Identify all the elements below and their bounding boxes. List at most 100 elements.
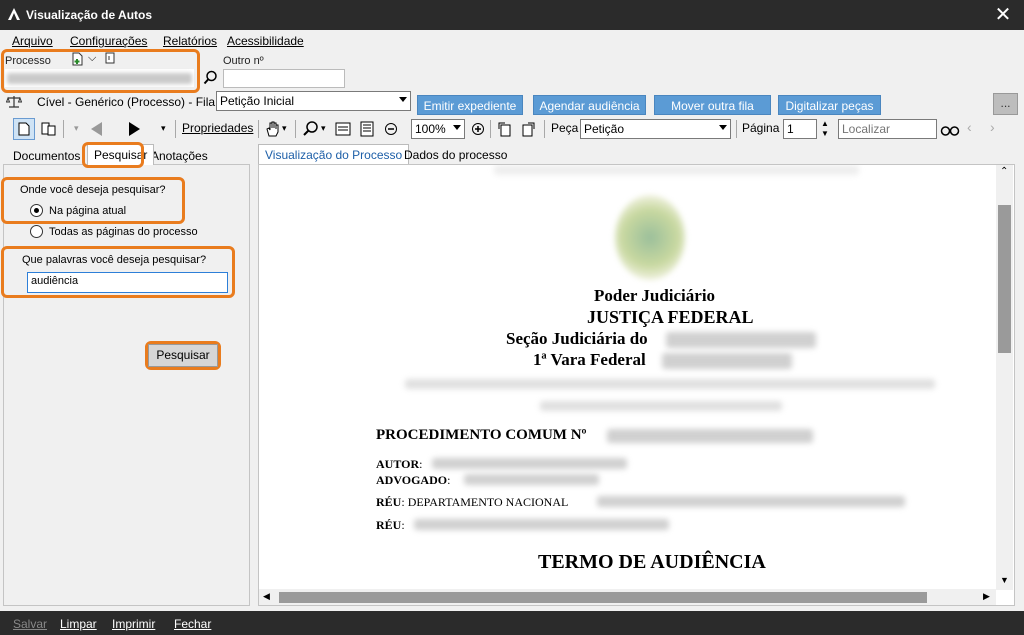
horizontal-scrollbar[interactable]: ◀ ▶ [259,589,996,605]
binoculars-icon[interactable] [940,120,960,138]
where-label: Onde você deseja pesquisar? [20,184,166,196]
pagina-spinner-icon[interactable]: ▲ ▼ [819,119,831,139]
redacted-header [494,165,859,175]
new-document-icon[interactable] [70,52,84,66]
vertical-scrollbar[interactable]: ⌃ ▼ [996,165,1013,590]
title-bar: Visualização de Autos ✕ [0,0,1024,30]
zoom-select[interactable]: 100% [411,119,465,139]
salvar-button[interactable]: Salvar [13,617,47,631]
two-pages-icon[interactable] [40,120,58,138]
first-page-arrow-icon[interactable]: ▾ [74,123,79,134]
digitalizar-pecas-button[interactable]: Digitalizar peças [778,95,881,115]
next-page-icon[interactable] [125,120,143,138]
bookmark-icon[interactable] [104,52,116,65]
outro-numero-label: Outro nº [223,55,264,67]
redacted-vara [662,353,792,369]
fila-selected: Petição Inicial [220,94,295,108]
vertical-scroll-thumb[interactable] [998,205,1011,353]
doc-reu-1-label: RÉU [376,495,402,509]
status-bar: Salvar Limpar Imprimir Fechar [0,611,1024,635]
limpar-button[interactable]: Limpar [60,617,97,631]
menu-acessibilidade[interactable]: Acessibilidade [227,34,304,48]
zoom-in-icon[interactable] [469,120,487,138]
doc-termo: TERMO DE AUDIÊNCIA [538,551,766,573]
redacted-address-2 [540,401,782,411]
app-logo-icon [8,8,20,20]
rotate-left-icon[interactable] [496,120,514,138]
fila-select[interactable]: Petição Inicial [216,91,411,111]
tab-anotacoes[interactable]: Anotações [145,146,214,166]
mover-outra-fila-button[interactable]: Mover outra fila [654,95,771,115]
scroll-right-icon[interactable]: ▶ [983,591,990,602]
doc-reu-2: RÉU: [376,518,405,532]
more-options-button[interactable]: ... [993,93,1018,115]
redacted-secao [666,332,816,348]
scroll-left-icon[interactable]: ◀ [263,591,270,602]
zoom-value: 100% [415,122,446,136]
chevron-down-icon[interactable]: ⌵ [88,52,100,64]
scales-icon [6,96,22,108]
doc-autor-label: AUTOR [376,457,420,471]
zoom-out-icon[interactable] [382,120,400,138]
outro-numero-field[interactable] [223,69,345,88]
localizar-input[interactable] [838,119,937,139]
pesquisar-button[interactable]: Pesquisar [148,344,218,367]
classe-label: Cível - Genérico (Processo) - Fila: [37,95,219,109]
pagina-field[interactable]: 1 [783,119,817,139]
page-view-toggle[interactable] [13,118,35,140]
processo-number-field[interactable] [5,69,194,87]
doc-procedimento: PROCEDIMENTO COMUM Nº [376,427,587,443]
fit-page-icon[interactable] [358,120,376,138]
doc-line-poder: Poder Judiciário [594,286,716,305]
pan-dropdown-icon[interactable]: ▾ [282,123,287,134]
propriedades-button[interactable]: Propriedades [182,121,253,135]
fechar-button[interactable]: Fechar [174,617,211,631]
opt-all-label: Todas as páginas do processo [49,226,198,238]
window-title: Visualização de Autos [26,8,153,22]
dropdown-arrow-icon [453,125,461,130]
radio-all-pages[interactable] [30,225,43,238]
redacted-advogado [464,474,599,485]
menu-configuracoes[interactable]: Configurações [70,34,147,48]
hand-pan-icon[interactable] [264,120,282,138]
menu-arquivo[interactable]: Arquivo [12,34,53,48]
opt-current-label: Na página atual [49,205,127,217]
find-previous-icon[interactable]: ‹ [967,119,972,135]
emitir-expediente-button[interactable]: Emitir expediente [417,95,523,115]
doc-line-secao: Seção Judiciária do [506,329,648,348]
zoom-icon[interactable] [302,120,320,138]
search-icon[interactable] [203,70,218,85]
find-next-icon[interactable]: › [990,119,995,135]
redacted-reu-2 [414,519,669,530]
processo-label: Processo [5,55,51,67]
fit-width-icon[interactable] [334,120,352,138]
doc-reu-1-value: DEPARTAMENTO NACIONAL [407,495,569,509]
previous-page-icon[interactable] [88,120,106,138]
last-page-arrow-icon[interactable]: ▾ [161,123,166,134]
peca-select[interactable]: Petição [580,119,731,139]
dropdown-arrow-icon [399,97,407,102]
imprimir-button[interactable]: Imprimir [112,617,155,631]
query-input[interactable]: audiência [27,272,228,293]
tab-visualizacao[interactable]: Visualização do Processo [258,144,410,165]
tab-documentos[interactable]: Documentos [7,146,86,166]
menu-relatorios[interactable]: Relatórios [163,34,217,48]
menu-bar: Arquivo Configurações Relatórios Acessib… [0,30,1024,50]
viewer-toolbar: ▾ ▾ Propriedades ▾ ▾ 100% Peça Petição P… [0,115,1024,143]
radio-current-page[interactable] [30,204,43,217]
pagina-value: 1 [787,122,794,136]
agendar-audiencia-button[interactable]: Agendar audiência [533,95,646,115]
tab-dados-processo[interactable]: Dados do processo [398,145,513,165]
doc-advogado: ADVOGADO: [376,473,451,487]
close-icon[interactable]: ✕ [992,4,1014,26]
redacted-numero [607,429,813,443]
scroll-down-icon[interactable]: ▼ [1000,575,1009,585]
rotate-right-icon[interactable] [519,120,537,138]
dropdown-arrow-icon [719,125,727,130]
peca-value: Petição [584,122,625,136]
words-label: Que palavras você deseja pesquisar? [22,254,207,266]
zoom-dropdown-icon[interactable]: ▾ [321,123,326,134]
scroll-up-icon[interactable]: ⌃ [1000,167,1008,177]
horizontal-scroll-thumb[interactable] [279,592,927,603]
document-page: Poder Judiciário JUSTIÇA FEDERAL Seção J… [262,165,995,589]
